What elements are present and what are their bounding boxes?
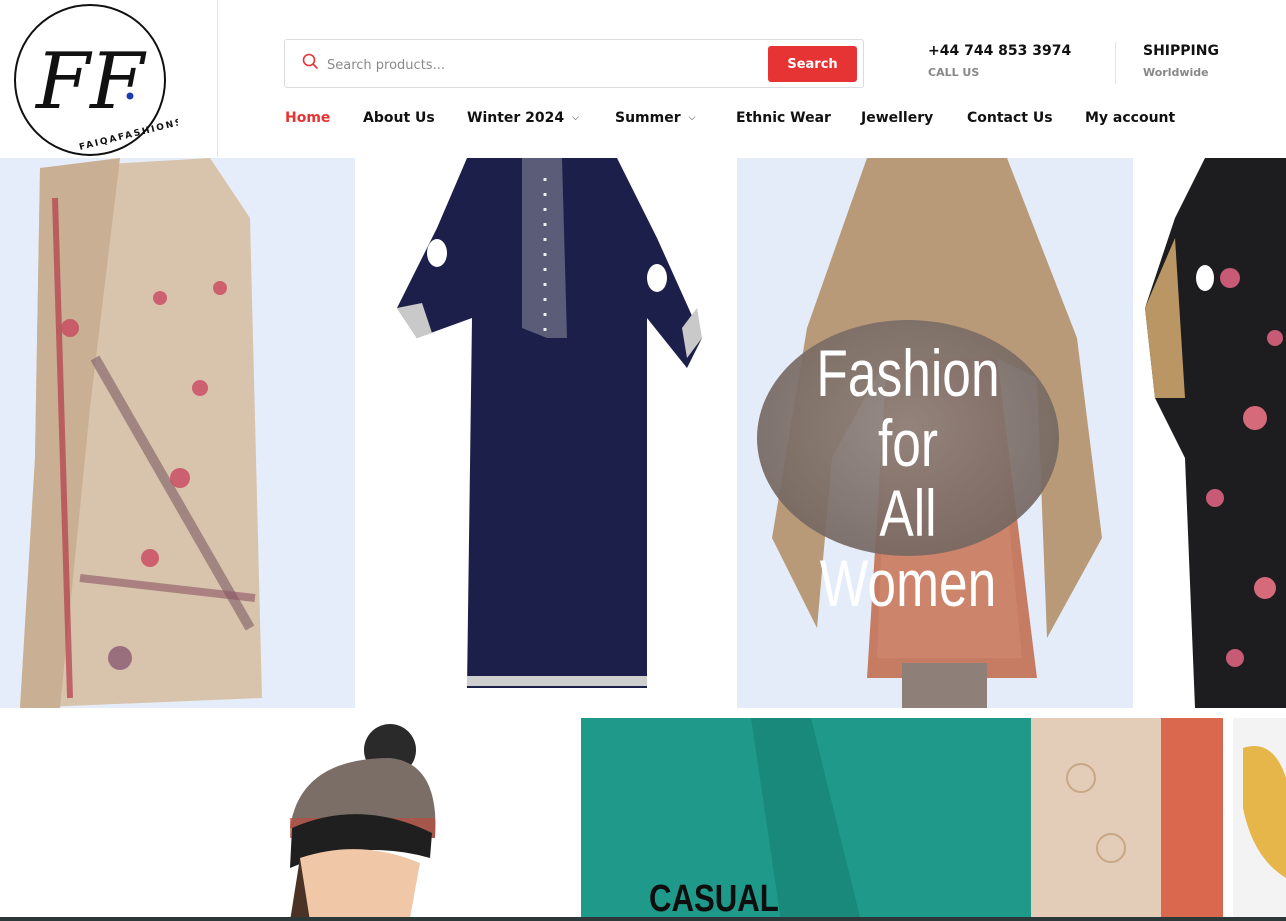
nav-label: Jewellery — [861, 110, 934, 126]
hero-image-shawl — [0, 158, 355, 708]
chevron-down-icon: ⌵ — [572, 113, 579, 123]
chevron-down-icon: ⌵ — [688, 113, 696, 123]
hero-headline: Fashion for All Women — [790, 338, 1026, 618]
nav-item-ethnic-wear[interactable]: Ethnic Wear — [736, 110, 831, 126]
header-divider — [1115, 42, 1116, 84]
hero-image-floral-dress — [1135, 158, 1286, 708]
nav-item-home[interactable]: Home — [285, 110, 330, 126]
nav-item-contact-us[interactable]: Contact Us — [967, 110, 1053, 126]
nav-item-summer[interactable]: Summer ⌵ — [615, 110, 695, 126]
shipping-info: SHIPPING Worldwide — [1143, 43, 1219, 79]
nav-label: Home — [285, 110, 331, 126]
shipping-title: SHIPPING — [1143, 43, 1219, 59]
logo[interactable]: FF FAIQAFASHIONS — [0, 0, 218, 157]
hero-banner[interactable] — [0, 158, 1286, 708]
phone-contact: +44 744 853 3974 CALL US — [928, 43, 1071, 79]
tile-casual-label: CASUAL — [649, 878, 779, 920]
logo-mark: FF FAIQAFASHIONS — [14, 4, 178, 156]
nav-label: Ethnic Wear — [736, 110, 831, 126]
search-button[interactable]: Search — [768, 46, 857, 82]
nav-item-about-us[interactable]: About Us — [363, 110, 435, 126]
hero-headline-line2: All Women — [819, 476, 997, 620]
nav-item-jewellery[interactable]: Jewellery — [861, 110, 933, 126]
main-nav: Home About Us Winter 2024 ⌵ Summer ⌵ Ethni… — [0, 110, 1286, 130]
nav-label: Winter 2024 — [467, 110, 565, 126]
tile-partial[interactable] — [1233, 718, 1286, 921]
nav-item-winter-2024[interactable]: Winter 2024 ⌵ — [467, 110, 579, 126]
phone-number[interactable]: +44 744 853 3974 — [928, 43, 1071, 59]
tile-casual[interactable]: CASUAL — [581, 718, 1223, 921]
tile-winter-hat[interactable] — [0, 718, 571, 921]
search-icon — [302, 53, 318, 69]
tile-image-winter-hat — [290, 724, 436, 921]
nav-item-my-account[interactable]: My account — [1085, 110, 1175, 126]
shipping-label: Worldwide — [1143, 66, 1209, 79]
search-bar: Search — [284, 39, 864, 88]
bottom-bar — [0, 917, 1286, 921]
nav-label: About Us — [363, 110, 435, 126]
hero-image-velvet-dress — [357, 158, 735, 708]
tile-image-partial — [1233, 718, 1286, 921]
hero-headline-line1: Fashion for — [816, 336, 1000, 480]
nav-label: Summer — [615, 110, 681, 126]
nav-label: My account — [1085, 110, 1176, 126]
nav-label: Contact Us — [967, 110, 1053, 126]
phone-label: CALL US — [928, 66, 980, 79]
search-input[interactable] — [325, 50, 749, 80]
